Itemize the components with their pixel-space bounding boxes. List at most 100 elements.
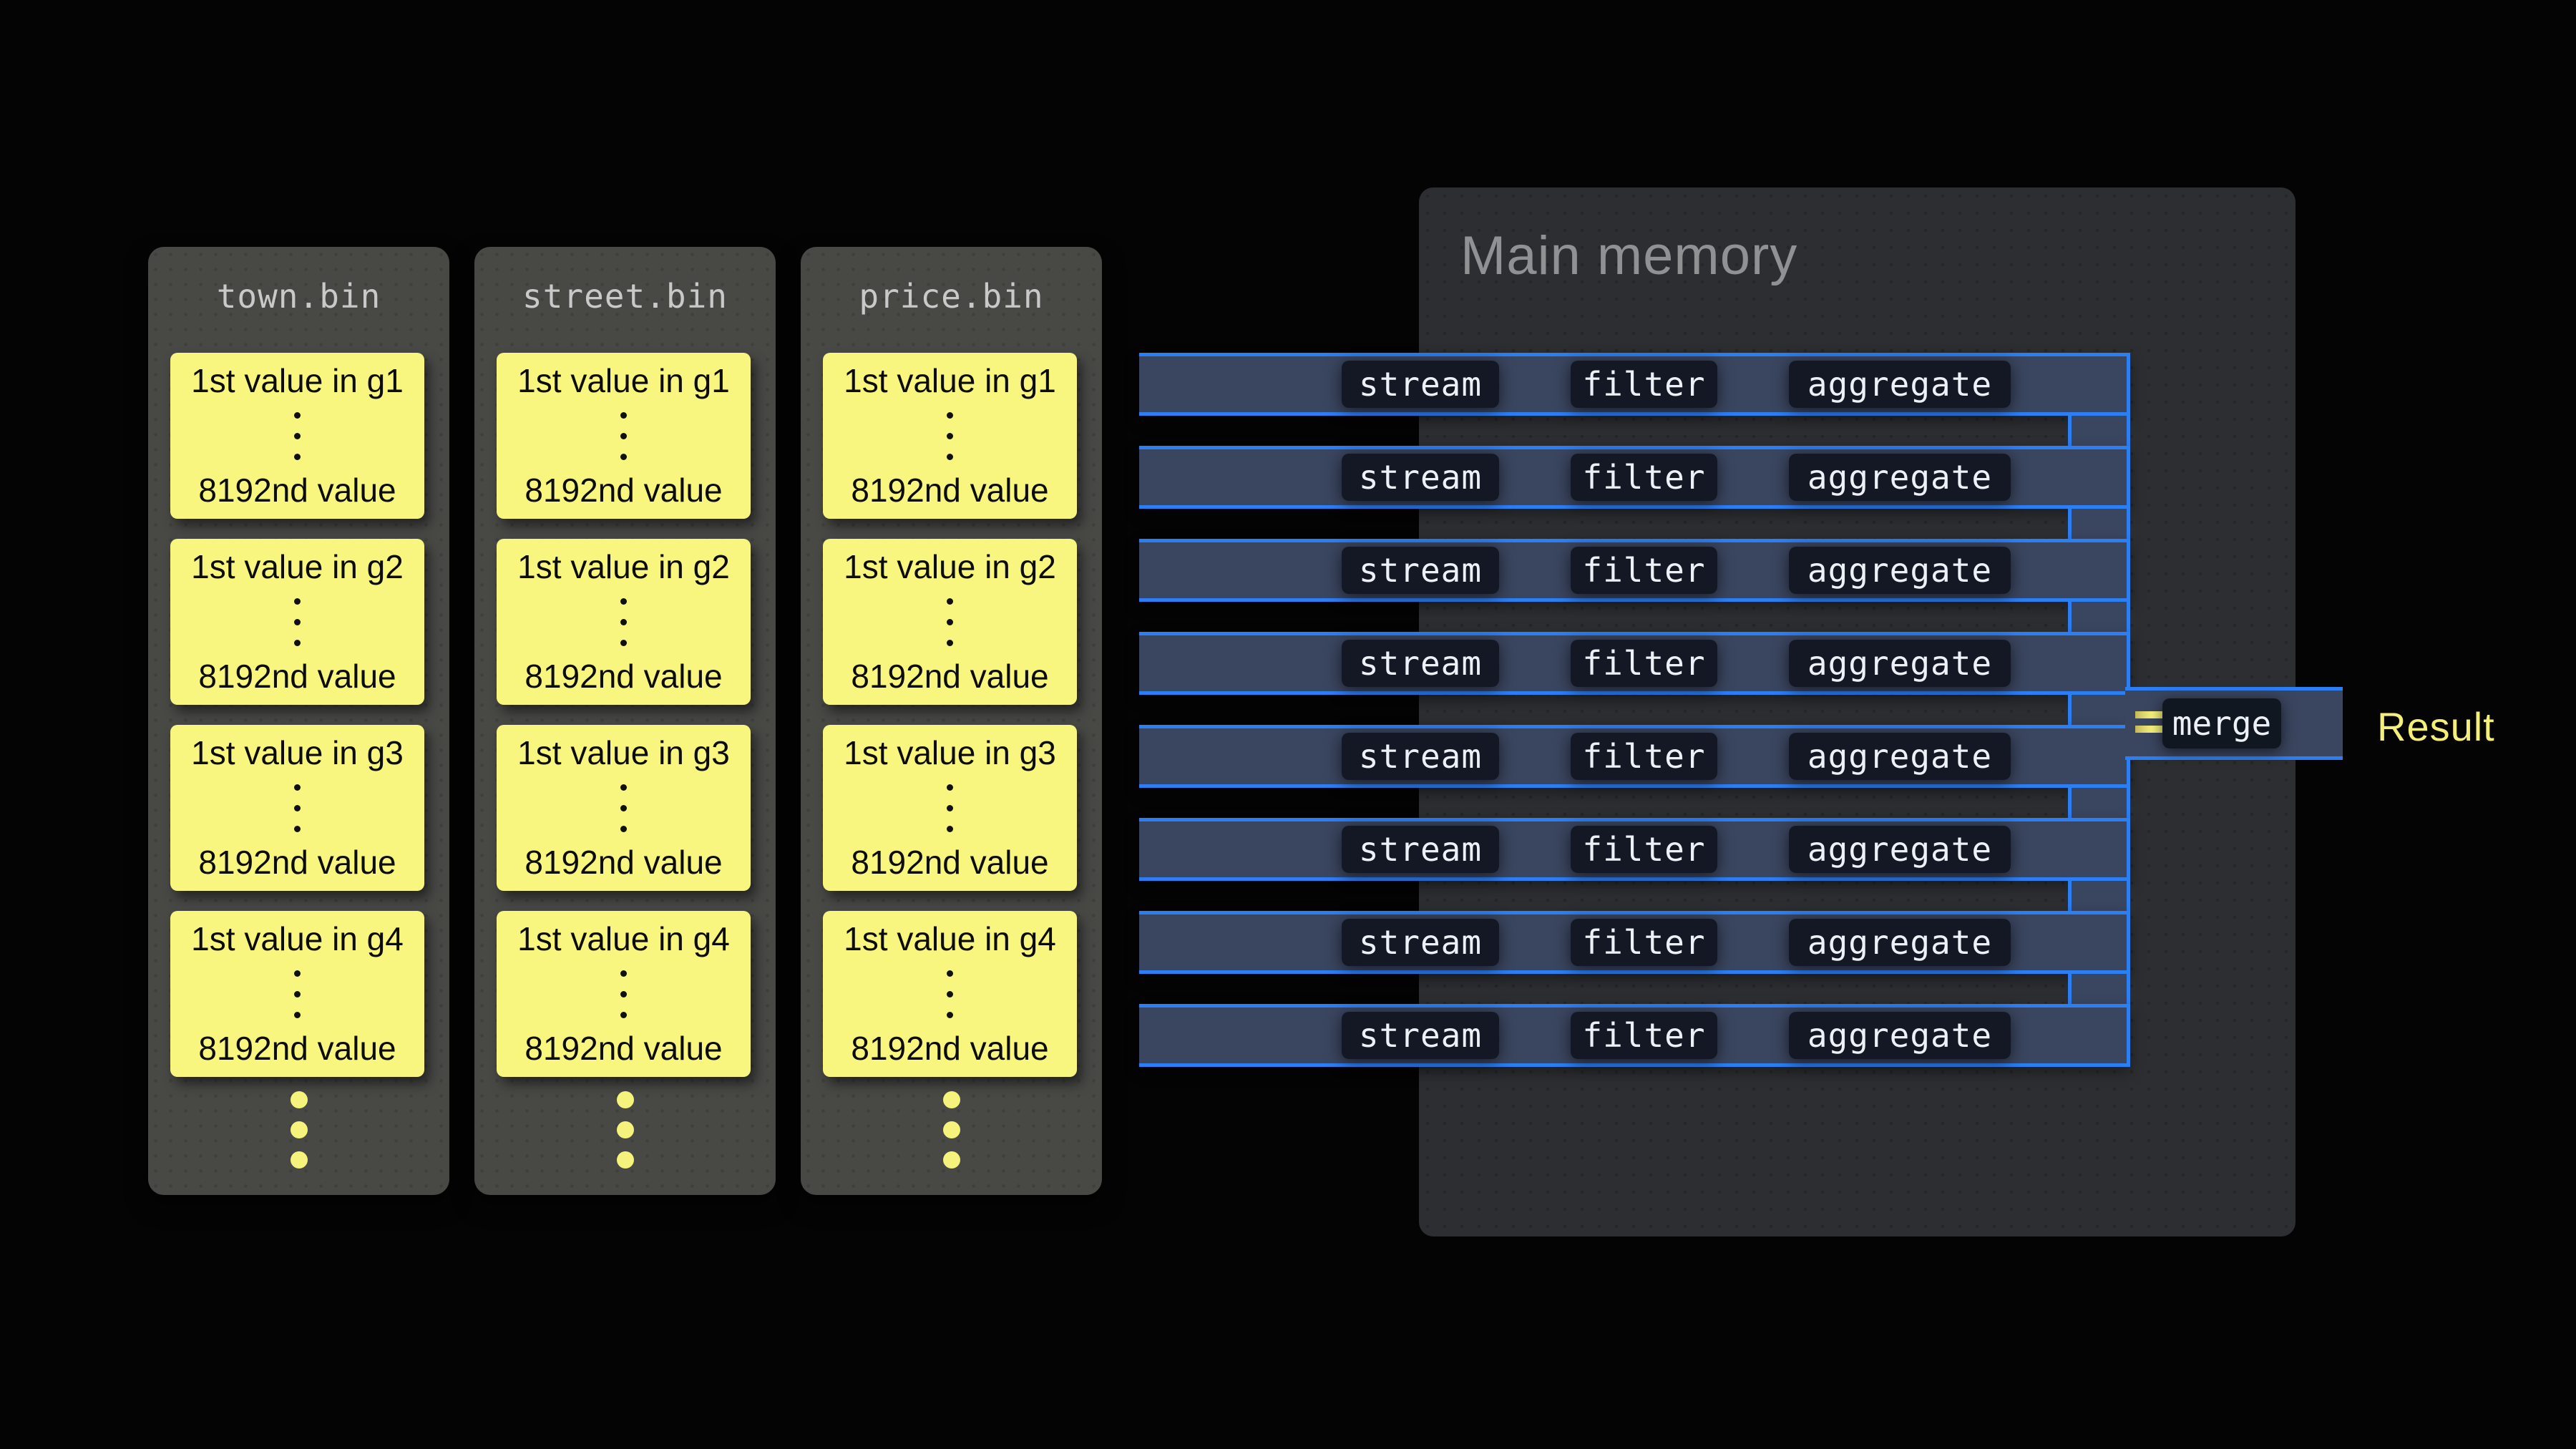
stage-merge-box: merge [2162,698,2281,748]
value-group-card: 1st value in g4 8192nd value [497,911,751,1077]
stage-aggregate-box: aggregate [1789,454,2011,501]
stage-aggregate-box: aggregate [1789,919,2011,966]
ellipsis-icon [294,412,301,460]
ellipsis-icon [947,598,953,646]
ellipsis-icon [947,784,953,832]
stage-aggregate-box: aggregate [1789,1012,2011,1059]
file-title: town.bin [148,247,449,316]
group-last-value: 8192nd value [851,844,1048,881]
group-last-value: 8192nd value [525,1030,722,1067]
group-last-value: 8192nd value [525,844,722,881]
stage-aggregate-box: aggregate [1789,826,2011,873]
ellipsis-icon [620,598,627,646]
value-group-card: 1st value in g2 8192nd value [170,539,424,705]
group-last-value: 8192nd value [198,844,396,881]
value-group-card: 1st value in g4 8192nd value [170,911,424,1077]
pipeline-spine [2068,974,2130,1004]
diagram-canvas: Main memory stream filter aggregate stream… [0,0,2576,1449]
pipeline-spine [2068,788,2130,818]
merge-band: merge [2125,687,2343,760]
main-memory-title: Main memory [1419,187,2296,287]
ellipsis-icon [620,412,627,460]
pipeline-spine [2068,695,2130,725]
stage-stream-box: stream [1342,1012,1499,1059]
group-last-value: 8192nd value [851,1030,1048,1067]
pipeline-gap [1139,695,2130,725]
ellipsis-icon [294,970,301,1018]
group-first-value: 1st value in g4 [517,921,730,957]
more-groups-ellipsis-icon [943,1091,960,1169]
data-flow-equals-icon [2135,711,2162,733]
file-panel: street.bin 1st value in g1 8192nd value … [474,247,776,1195]
ellipsis-icon [947,412,953,460]
value-group-card: 1st value in g1 8192nd value [497,353,751,519]
group-first-value: 1st value in g4 [844,921,1056,957]
stage-stream-box: stream [1342,919,1499,966]
pipeline-comb: stream filter aggregate stream filter aggreg… [1139,353,2130,1067]
group-last-value: 8192nd value [851,472,1048,509]
group-last-value: 8192nd value [525,658,722,695]
group-first-value: 1st value in g1 [191,363,404,399]
value-groups: 1st value in g1 8192nd value 1st value i… [823,353,1077,1097]
stage-stream-box: stream [1342,454,1499,501]
pipeline-lane: stream filter aggregate [1139,1004,2130,1067]
pipeline-spine [2068,881,2130,911]
group-last-value: 8192nd value [198,658,396,695]
stage-filter-box: filter [1571,1012,1717,1059]
pipeline-lane: streamfilteraggregate [1139,353,2130,416]
group-first-value: 1st value in g2 [844,549,1056,585]
group-last-value: 8192nd value [198,1030,396,1067]
pipeline-gap [1139,974,2130,1004]
pipeline-spine [2068,602,2130,632]
pipeline-lane: streamfilteraggregate [1139,911,2130,974]
value-group-card: 1st value in g3 8192nd value [170,725,424,891]
stage-filter-box: filter [1571,826,1717,873]
group-first-value: 1st value in g3 [517,735,730,771]
value-groups: 1st value in g1 8192nd value 1st value i… [497,353,751,1097]
file-panel: town.bin 1st value in g1 8192nd value 1s… [148,247,449,1195]
group-first-value: 1st value in g3 [844,735,1056,771]
ellipsis-icon [620,970,627,1018]
more-groups-ellipsis-icon [617,1091,634,1169]
pipeline-lane: streamfilteraggregate [1139,725,2130,788]
group-last-value: 8192nd value [525,472,722,509]
stage-aggregate-box: aggregate [1789,361,2011,408]
stage-stream-box: stream [1342,826,1499,873]
group-first-value: 1st value in g4 [191,921,404,957]
stage-filter-box: filter [1571,640,1717,687]
pipeline-lane: stream filter aggregate [1139,539,2130,602]
pipeline-lane: stream filter aggregate [1139,818,2130,881]
value-group-card: 1st value in g3 8192nd value [497,725,751,891]
pipeline-gap [1139,602,2130,632]
group-first-value: 1st value in g2 [517,549,730,585]
stage-stream-box: stream [1342,547,1499,594]
file-title: price.bin [801,247,1102,316]
stage-filter-box: filter [1571,547,1717,594]
group-first-value: 1st value in g2 [191,549,404,585]
stage-stream-box: stream [1342,733,1499,780]
pipeline-gap [1139,788,2130,818]
value-group-card: 1st value in g1 8192nd value [170,353,424,519]
more-groups-ellipsis-icon [291,1091,308,1169]
pipeline-lane: stream filter aggregate [1139,632,2130,695]
pipeline-lane: streamfilteraggregate [1139,446,2130,509]
group-last-value: 8192nd value [198,472,396,509]
ellipsis-icon [294,784,301,832]
group-first-value: 1st value in g1 [517,363,730,399]
stage-stream-box: stream [1342,640,1499,687]
stage-aggregate-box: aggregate [1789,640,2011,687]
stage-aggregate-box: aggregate [1789,547,2011,594]
pipeline-gap [1139,509,2130,539]
pipeline-spine [2068,416,2130,446]
pipeline-gap [1139,416,2130,446]
pipeline-gap [1139,881,2130,911]
group-first-value: 1st value in g1 [844,363,1056,399]
group-last-value: 8192nd value [851,658,1048,695]
ellipsis-icon [947,970,953,1018]
value-group-card: 1st value in g4 8192nd value [823,911,1077,1077]
pipeline-spine [2068,509,2130,539]
value-group-card: 1st value in g3 8192nd value [823,725,1077,891]
stage-aggregate-box: aggregate [1789,733,2011,780]
file-panel: price.bin 1st value in g1 8192nd value 1… [801,247,1102,1195]
stage-stream-box: stream [1342,361,1499,408]
